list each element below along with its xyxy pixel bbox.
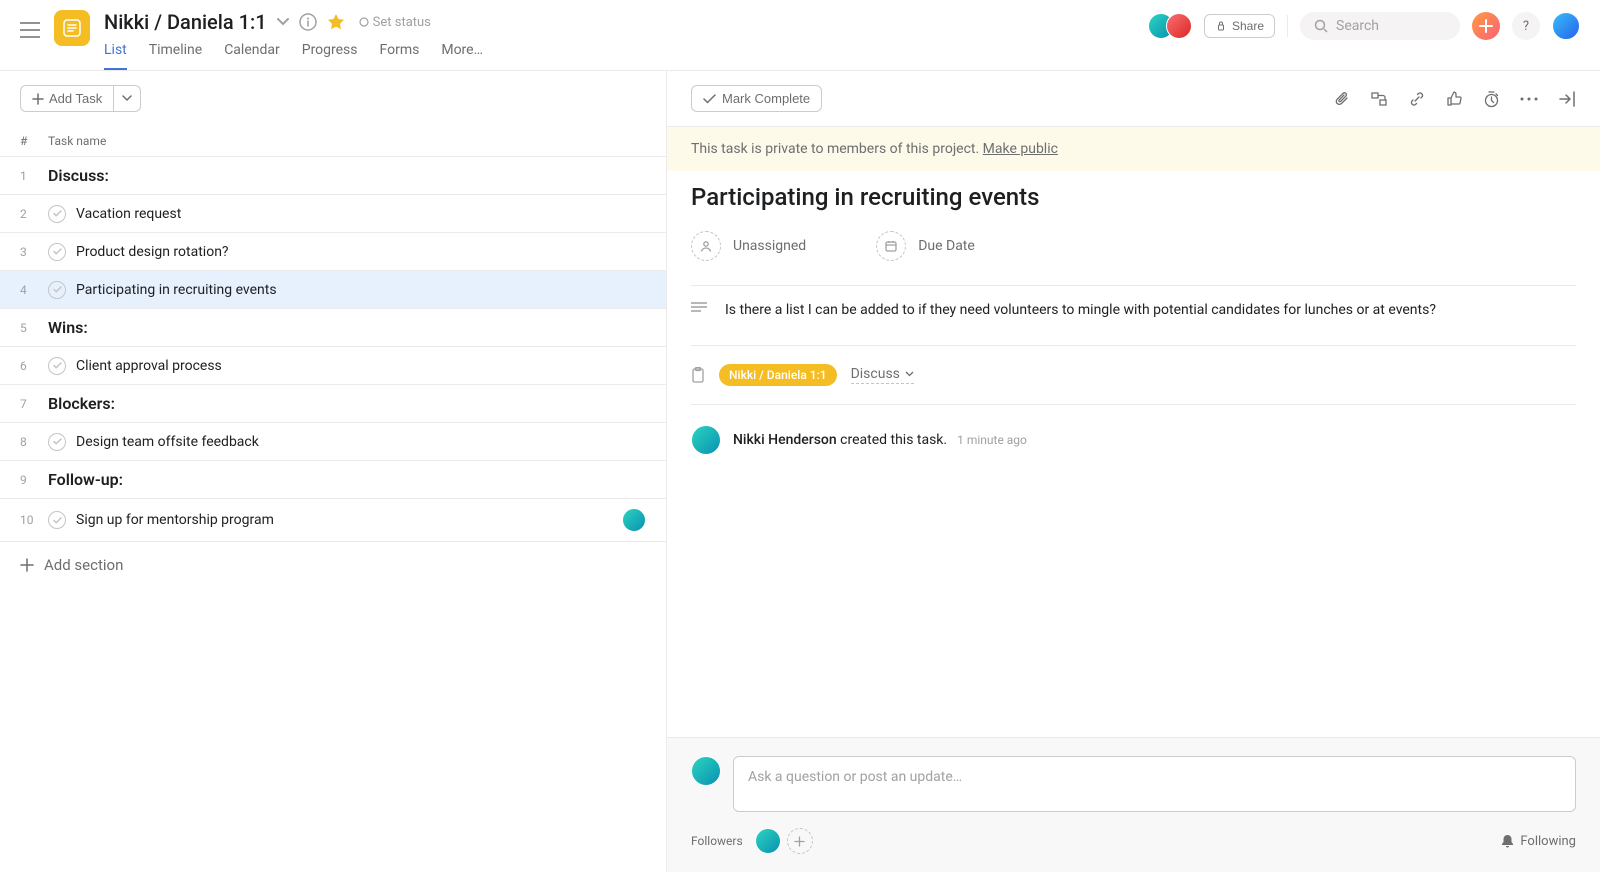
like-icon[interactable] xyxy=(1446,90,1463,107)
star-icon[interactable] xyxy=(327,13,345,31)
check-icon[interactable] xyxy=(48,433,66,451)
list-row[interactable]: 8 Design team offsite feedback xyxy=(0,423,666,461)
section-dropdown[interactable]: Discuss xyxy=(851,366,914,384)
task-name: Participating in recruiting events xyxy=(76,282,277,298)
assignee-avatar[interactable] xyxy=(622,508,646,532)
assignee-field[interactable]: Unassigned xyxy=(691,231,806,261)
share-button[interactable]: Share xyxy=(1204,14,1275,38)
divider xyxy=(1287,15,1288,37)
help-button[interactable]: ? xyxy=(1512,12,1540,40)
tab-calendar[interactable]: Calendar xyxy=(224,42,280,70)
tab-list[interactable]: List xyxy=(104,42,127,70)
add-task-button[interactable]: Add Task xyxy=(20,85,114,112)
check-icon[interactable] xyxy=(48,243,66,261)
check-icon[interactable] xyxy=(48,281,66,299)
task-name: Product design rotation? xyxy=(76,244,229,260)
add-button[interactable] xyxy=(1472,12,1500,40)
avatar xyxy=(691,425,721,455)
follower-avatar[interactable] xyxy=(755,828,781,854)
check-icon[interactable] xyxy=(48,357,66,375)
section-name: Follow-up: xyxy=(48,470,123,489)
tab-timeline[interactable]: Timeline xyxy=(149,42,202,70)
info-icon[interactable] xyxy=(299,13,317,31)
task-title[interactable]: Participating in recruiting events xyxy=(691,183,1576,211)
col-name-header: Task name xyxy=(48,134,106,148)
link-icon[interactable] xyxy=(1408,90,1426,108)
close-panel-icon[interactable] xyxy=(1558,91,1576,107)
due-date-field[interactable]: Due Date xyxy=(876,231,975,261)
task-name: Design team offsite feedback xyxy=(76,434,259,450)
list-row[interactable]: 9 Follow-up: xyxy=(0,461,666,499)
project-icon xyxy=(54,10,90,46)
following-button[interactable]: Following xyxy=(1501,834,1576,849)
list-row[interactable]: 6 Client approval process xyxy=(0,347,666,385)
more-icon[interactable] xyxy=(1520,97,1538,101)
task-name: Sign up for mentorship program xyxy=(76,512,274,528)
project-members[interactable] xyxy=(1148,13,1192,39)
menu-icon[interactable] xyxy=(20,22,40,38)
list-header: # Task name xyxy=(0,126,666,157)
list-row[interactable]: 5 Wins: xyxy=(0,309,666,347)
search-input[interactable]: Search xyxy=(1300,12,1460,40)
add-follower-button[interactable] xyxy=(787,828,813,854)
task-name: Vacation request xyxy=(76,206,181,222)
subtask-icon[interactable] xyxy=(1370,91,1388,107)
user-avatar xyxy=(691,756,721,786)
description-icon xyxy=(691,302,707,321)
project-title[interactable]: Nikki / Daniela 1:1 xyxy=(104,10,267,34)
check-icon[interactable] xyxy=(48,511,66,529)
add-task-dropdown[interactable] xyxy=(114,85,141,112)
check-icon[interactable] xyxy=(48,205,66,223)
comment-input[interactable]: Ask a question or post an update… xyxy=(733,756,1576,812)
tab-progress[interactable]: Progress xyxy=(302,42,358,70)
timer-icon[interactable] xyxy=(1483,90,1500,108)
list-row[interactable]: 4 Participating in recruiting events xyxy=(0,271,666,309)
section-name: Discuss: xyxy=(48,166,109,185)
description[interactable]: Is there a list I can be added to if the… xyxy=(725,300,1436,321)
chevron-down-icon[interactable] xyxy=(277,18,289,26)
attachment-icon[interactable] xyxy=(1334,90,1350,108)
section-name: Blockers: xyxy=(48,394,115,413)
set-status-link[interactable]: Set status xyxy=(359,15,431,30)
privacy-notice: This task is private to members of this … xyxy=(667,127,1600,171)
list-row[interactable]: 1 Discuss: xyxy=(0,157,666,195)
timestamp: 1 minute ago xyxy=(957,433,1027,447)
list-row[interactable]: 2 Vacation request xyxy=(0,195,666,233)
project-pill[interactable]: Nikki / Daniela 1:1 xyxy=(719,364,837,386)
section-name: Wins: xyxy=(48,318,88,337)
tab-forms[interactable]: Forms xyxy=(380,42,420,70)
list-row[interactable]: 10 Sign up for mentorship program xyxy=(0,499,666,542)
mark-complete-button[interactable]: Mark Complete xyxy=(691,85,822,112)
task-name: Client approval process xyxy=(76,358,222,374)
user-avatar[interactable] xyxy=(1552,12,1580,40)
add-section-button[interactable]: Add section xyxy=(0,542,666,588)
followers-label: Followers xyxy=(691,834,743,848)
list-row[interactable]: 3 Product design rotation? xyxy=(0,233,666,271)
list-row[interactable]: 7 Blockers: xyxy=(0,385,666,423)
clipboard-icon xyxy=(691,367,705,383)
make-public-link[interactable]: Make public xyxy=(983,141,1058,157)
col-num-header: # xyxy=(20,134,48,148)
activity-item: Nikki Henderson created this task. 1 min… xyxy=(691,405,1576,475)
tab-more[interactable]: More… xyxy=(441,42,483,70)
avatar xyxy=(1166,13,1192,39)
